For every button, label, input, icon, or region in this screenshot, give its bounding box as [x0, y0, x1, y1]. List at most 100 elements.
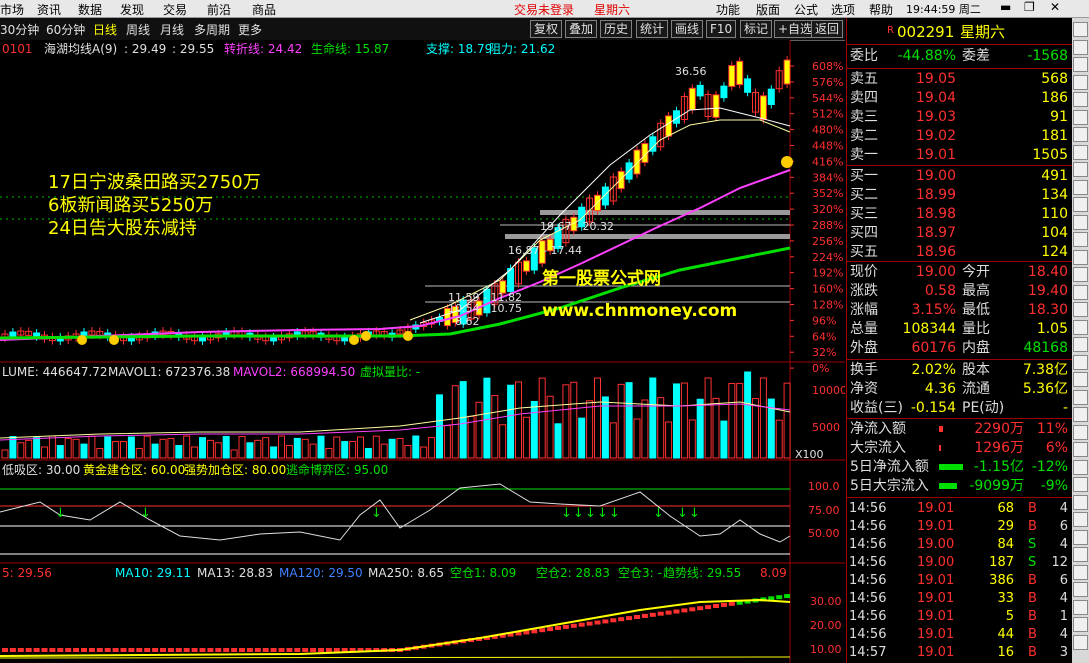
side-tool-icon[interactable] [1073, 424, 1088, 440]
volume-bar[interactable] [293, 437, 301, 459]
menu-frontier[interactable]: 前沿 [207, 1, 231, 18]
volume-bar[interactable] [309, 443, 317, 459]
ask-price[interactable]: 19.03 [916, 108, 956, 127]
period-daily[interactable]: 日线 [93, 21, 117, 38]
side-tool-icon[interactable] [1073, 144, 1088, 160]
volume-bar[interactable] [554, 423, 562, 459]
period-multi[interactable]: 多周期 [194, 21, 230, 38]
candle[interactable] [720, 85, 728, 99]
volume-bar[interactable] [562, 384, 570, 459]
volume-bar[interactable] [522, 416, 530, 459]
volume-bar[interactable] [625, 382, 633, 459]
volume-bar[interactable] [578, 417, 586, 459]
candle[interactable] [522, 260, 530, 272]
volume-bar[interactable] [159, 438, 167, 459]
volume-bar[interactable] [633, 418, 641, 459]
volume-bar[interactable] [412, 435, 420, 459]
volume-bar[interactable] [428, 437, 436, 459]
side-tool-icon[interactable] [1073, 599, 1088, 615]
side-tool-icon[interactable] [1073, 232, 1088, 247]
add-watchlist-button[interactable]: +自选 [774, 20, 817, 38]
volume-bar[interactable] [278, 435, 285, 459]
period-monthly[interactable]: 月线 [160, 21, 184, 38]
candle[interactable] [767, 88, 775, 105]
side-tool-icon[interactable] [1073, 249, 1088, 265]
bid-price[interactable]: 18.97 [916, 224, 956, 243]
menu-data[interactable]: 数据 [78, 1, 102, 18]
period-more[interactable]: 更多 [238, 21, 262, 38]
side-tool-icon[interactable] [1073, 197, 1088, 212]
volume-bar[interactable] [443, 425, 451, 459]
menu-news[interactable]: 资讯 [37, 1, 61, 18]
candle[interactable] [736, 60, 744, 86]
volume-bar[interactable] [214, 442, 222, 459]
volume-bar[interactable] [120, 441, 127, 459]
candle[interactable] [728, 65, 736, 87]
menu-options[interactable]: 选项 [831, 1, 855, 18]
side-tool-icon[interactable] [1073, 319, 1088, 335]
volume-bar[interactable] [285, 445, 293, 459]
side-tool-icon[interactable] [1073, 529, 1088, 545]
menu-function[interactable]: 功能 [716, 1, 740, 18]
ask-price[interactable]: 19.02 [916, 127, 956, 146]
volume-bar[interactable] [783, 382, 791, 459]
volume-bar[interactable] [704, 377, 712, 459]
menu-goods[interactable]: 商品 [252, 1, 276, 18]
volume-bar[interactable] [175, 445, 183, 459]
volume-bar[interactable] [609, 422, 617, 459]
period-30min[interactable]: 30分钟 [0, 21, 39, 38]
volume-bar[interactable] [475, 401, 483, 459]
volume-bar[interactable] [246, 442, 254, 459]
adjust-button[interactable]: 复权 [530, 20, 563, 38]
volume-bar[interactable] [451, 385, 459, 459]
bid-price[interactable]: 18.99 [916, 186, 956, 205]
menu-formula[interactable]: 公式 [794, 1, 818, 18]
volume-bar[interactable] [491, 395, 499, 459]
candle[interactable] [9, 331, 17, 337]
history-button[interactable]: 历史 [600, 20, 633, 38]
draw-button[interactable]: 画线 [671, 20, 704, 38]
volume-bars[interactable] [1, 371, 791, 459]
volume-bar[interactable] [617, 383, 625, 459]
side-tool-icon[interactable] [1073, 162, 1088, 177]
volume-bar[interactable] [515, 381, 522, 459]
side-tool-icon[interactable] [1073, 582, 1088, 597]
bid-price[interactable]: 19.00 [916, 167, 956, 186]
tick-row[interactable]: 14:56 19.00 84 S 4 [847, 536, 1072, 554]
volume-bar[interactable] [143, 435, 151, 459]
volume-bar[interactable] [459, 381, 467, 459]
tick-row[interactable]: 14:56 19.01 29 B 6 [847, 518, 1072, 536]
back-button[interactable]: 返回 [811, 20, 844, 38]
side-tool-icon[interactable] [1073, 634, 1088, 650]
volume-bar[interactable] [80, 443, 88, 459]
side-tool-icon[interactable] [1073, 477, 1088, 492]
volume-bar[interactable] [222, 436, 230, 459]
volume-bar[interactable] [736, 382, 744, 459]
trade-not-logged-warning[interactable]: 交易未登录 [514, 1, 574, 18]
period-60min[interactable]: 60分钟 [46, 21, 85, 38]
volume-bar[interactable] [752, 398, 759, 459]
side-tool-icon[interactable] [1073, 389, 1088, 405]
candle[interactable] [696, 84, 704, 97]
volume-bar[interactable] [507, 384, 515, 459]
side-tool-icon[interactable] [1073, 214, 1088, 230]
side-tool-icon[interactable] [1073, 442, 1088, 457]
volume-bar[interactable] [270, 446, 278, 459]
candle[interactable] [688, 87, 696, 111]
volume-bar[interactable] [364, 447, 372, 459]
volume-bar[interactable] [728, 383, 736, 459]
tick-row[interactable]: 14:56 19.01 5 B 1 [847, 608, 1072, 626]
volume-bar[interactable] [349, 441, 357, 459]
side-tool-icon[interactable] [1073, 494, 1088, 510]
volume-bar[interactable] [151, 443, 159, 459]
volume-bar[interactable] [301, 438, 309, 459]
volume-bar[interactable] [357, 436, 364, 459]
menu-discover[interactable]: 发现 [120, 1, 144, 18]
volume-bar[interactable] [56, 445, 64, 459]
volume-bar[interactable] [649, 377, 657, 459]
volume-bar[interactable] [372, 435, 380, 459]
tick-row[interactable]: 14:56 19.01 68 B 4 [847, 500, 1072, 518]
side-tool-icon[interactable] [1073, 127, 1088, 142]
restore-icon[interactable]: ❐ [1024, 0, 1035, 14]
volume-bar[interactable] [657, 397, 665, 459]
